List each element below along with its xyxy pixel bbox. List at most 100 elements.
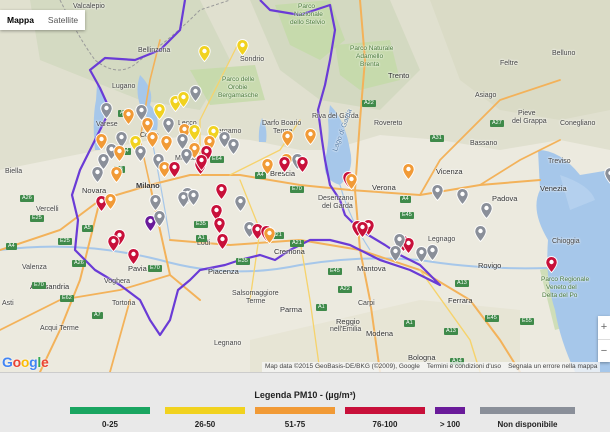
road-shield: A1 (404, 320, 415, 327)
map-type-satellite-button[interactable]: Satellite (41, 10, 85, 30)
road-shield: A7 (92, 312, 103, 319)
road-shield: A4 (6, 243, 17, 250)
place-label: Ferrara (448, 297, 473, 305)
pm10-station-marker[interactable] (456, 188, 469, 205)
pm10-station-marker[interactable] (127, 248, 140, 265)
pm10-station-marker[interactable] (160, 135, 173, 152)
place-label: Rovigo (478, 262, 501, 270)
legend-label: 76-100 (345, 420, 425, 429)
road-shield: E45 (328, 268, 342, 275)
road-shield: A26 (72, 260, 86, 267)
map-type-map-button[interactable]: Mappa (0, 10, 41, 30)
place-label: Piacenza (208, 268, 239, 276)
pm10-station-marker[interactable] (187, 189, 200, 206)
zoom-control: + − (598, 316, 610, 362)
pm10-station-marker[interactable] (236, 39, 249, 56)
road-shield: E62 (60, 295, 74, 302)
park-label: Parco Naturale (350, 45, 393, 53)
place-label: Vicenza (436, 168, 463, 176)
place-label: Tortona (112, 300, 135, 308)
pm10-station-marker[interactable] (426, 244, 439, 261)
pm10-station-marker[interactable] (122, 108, 135, 125)
pm10-station-marker[interactable] (198, 45, 211, 62)
road-shield: E25 (58, 238, 72, 245)
pm10-station-marker[interactable] (91, 166, 104, 183)
pm10-station-marker[interactable] (110, 166, 123, 183)
pm10-station-marker[interactable] (162, 117, 175, 134)
pm10-station-marker[interactable] (296, 156, 309, 173)
pm10-station-marker[interactable] (234, 195, 247, 212)
pm10-station-marker[interactable] (545, 256, 558, 273)
legend-label: Non disponibile (480, 420, 575, 429)
road-shield: A4 (400, 196, 411, 203)
place-label: Milano (136, 182, 160, 190)
pm10-station-marker[interactable] (215, 183, 228, 200)
pm10-station-marker[interactable] (278, 156, 291, 173)
place-label: Vercelli (36, 206, 59, 214)
legend: Legenda PM10 - (µg/m³) 0-2526-5051-7576-… (0, 372, 610, 432)
pm10-station-marker[interactable] (480, 202, 493, 219)
pm10-station-marker[interactable] (189, 85, 202, 102)
park-label: Brenta (360, 61, 379, 69)
road-shield: A27 (490, 120, 504, 127)
place-label: Varese (96, 121, 118, 129)
place-label: Acqui Terme (40, 325, 79, 333)
pm10-station-marker[interactable] (474, 225, 487, 242)
pm10-station-marker[interactable] (356, 221, 369, 238)
road-shield: E25 (30, 215, 44, 222)
report-error-link[interactable]: Segnala un errore nella mappa (508, 362, 597, 372)
place-label: Bassano (470, 140, 497, 148)
map-view[interactable]: Valcalepio Parco Nazionale dello Stelvio… (0, 0, 610, 372)
pm10-station-marker[interactable] (104, 193, 117, 210)
road-shield: A13 (444, 328, 458, 335)
pm10-station-marker[interactable] (227, 138, 240, 155)
pm10-station-marker[interactable] (263, 227, 276, 244)
pm10-station-marker[interactable] (100, 102, 113, 119)
place-label: Modena (366, 330, 393, 338)
pm10-station-marker[interactable] (216, 233, 229, 250)
pm10-station-marker[interactable] (389, 245, 402, 262)
pm10-station-marker[interactable] (149, 194, 162, 211)
pm10-station-marker[interactable] (431, 184, 444, 201)
google-logo[interactable]: Google (2, 354, 48, 370)
place-label: Darfo Boario (262, 120, 301, 128)
place-label: Chioggia (552, 238, 580, 246)
pm10-station-marker[interactable] (345, 173, 358, 190)
road-shield: A22 (338, 286, 352, 293)
place-label: Asiago (475, 92, 496, 100)
pm10-station-marker[interactable] (213, 217, 226, 234)
park-label: Delta del Po (542, 292, 577, 300)
pm10-station-marker[interactable] (146, 131, 159, 148)
pm10-station-marker[interactable] (177, 91, 190, 108)
place-label: Voghera (104, 278, 130, 286)
legend-label: > 100 (435, 420, 465, 429)
road-shield: E35 (194, 221, 208, 228)
pm10-station-marker[interactable] (188, 124, 201, 141)
pm10-station-marker[interactable] (113, 145, 126, 162)
pm10-station-marker[interactable] (180, 148, 193, 165)
place-label: Legnano (214, 340, 241, 348)
road-shield: A26 (20, 195, 34, 202)
place-label: Valenza (22, 264, 47, 272)
pm10-station-marker[interactable] (402, 163, 415, 180)
park-label: Adamello (356, 53, 383, 61)
pm10-station-marker[interactable] (107, 235, 120, 252)
place-label: Feltre (500, 60, 518, 68)
place-label: Pieve (518, 110, 536, 118)
legend-title: Legenda PM10 - (µg/m³) (0, 390, 610, 400)
place-label: Reggio (336, 318, 360, 326)
zoom-in-button[interactable]: + (598, 316, 610, 340)
place-label: Lugano (112, 83, 135, 91)
pm10-station-marker[interactable] (281, 130, 294, 147)
zoom-out-button[interactable]: − (598, 340, 610, 363)
park-label: Parco (298, 3, 315, 11)
place-label: Trento (388, 72, 409, 80)
pm10-station-marker[interactable] (134, 145, 147, 162)
pm10-station-marker[interactable] (261, 158, 274, 175)
pm10-station-marker[interactable] (153, 210, 166, 227)
pm10-station-marker[interactable] (604, 167, 610, 184)
terms-link[interactable]: Termini e condizioni d'uso (427, 362, 501, 372)
pm10-station-marker[interactable] (304, 128, 317, 145)
place-label: Asti (2, 300, 14, 308)
pm10-station-marker[interactable] (195, 154, 208, 171)
